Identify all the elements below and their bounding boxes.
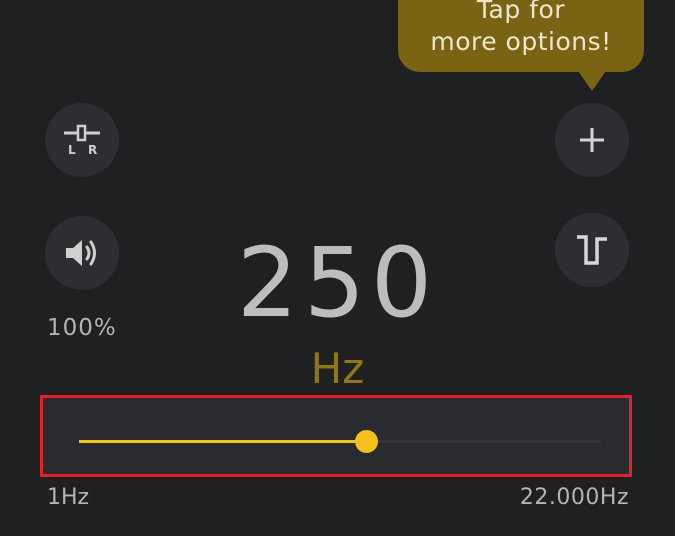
tooltip-arrow: [578, 71, 606, 91]
balance-slider-icon: L R: [64, 124, 100, 156]
frequency-slider-fill: [79, 440, 367, 443]
tooltip-line-1: Tap for: [476, 0, 566, 24]
balance-right-label: R: [88, 143, 97, 156]
add-button[interactable]: [555, 103, 629, 177]
range-max-label: 22.000Hz: [519, 485, 629, 510]
range-min-label: 1Hz: [47, 485, 90, 510]
frequency-value[interactable]: 250: [0, 228, 675, 338]
options-tooltip: Tap for more options!: [398, 0, 644, 72]
tooltip-line-2: more options!: [430, 27, 612, 56]
balance-left-label: L: [68, 143, 76, 156]
frequency-slider-panel[interactable]: [40, 395, 632, 477]
balance-button[interactable]: L R: [45, 103, 119, 177]
frequency-unit: Hz: [310, 344, 365, 393]
frequency-slider-thumb[interactable]: [355, 430, 379, 453]
frequency-slider-track[interactable]: [79, 430, 601, 453]
plus-icon: [580, 128, 604, 152]
